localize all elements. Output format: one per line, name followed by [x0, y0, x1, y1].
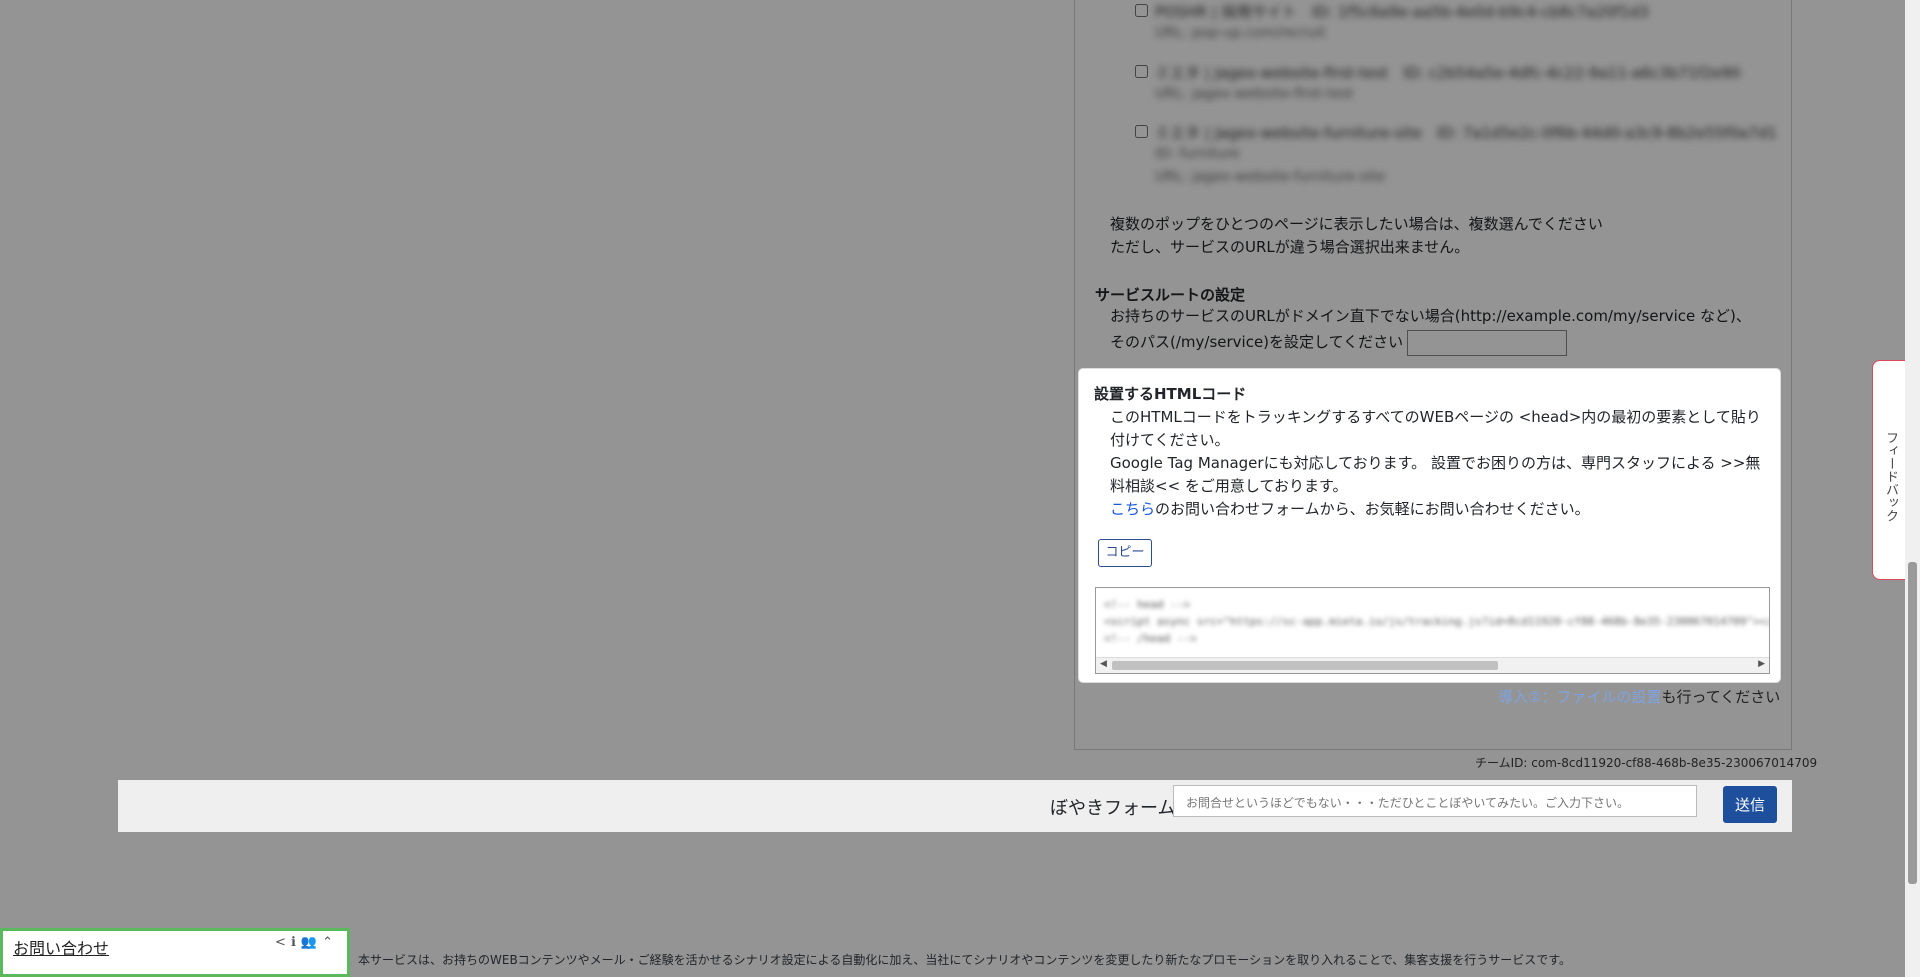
- grumble-form-label: ぼやきフォーム: [1050, 798, 1176, 819]
- code-line-2: <script async src="https://sc-app.mieta.…: [1104, 615, 1770, 628]
- contact-widget[interactable]: お問い合わせ < ℹ 👥 ⌃: [0, 928, 350, 977]
- team-id: チームID: com-8cd11920-cf88-468b-8e35-23006…: [1475, 756, 1818, 770]
- page-scrollbar-thumb[interactable]: [1908, 562, 1917, 884]
- install-file-link[interactable]: 導入②：ファイルの設置: [1498, 688, 1661, 706]
- contact-form-link[interactable]: こちら: [1110, 500, 1155, 518]
- contact-form-text: こちらのお問い合わせフォームから、お気軽にお問い合わせください。: [1110, 500, 1590, 518]
- code-line-1: <!-- head -->: [1104, 598, 1191, 611]
- install-step-2: 導入②：ファイルの設置も行ってください: [1498, 688, 1781, 706]
- page-vertical-scrollbar[interactable]: [1905, 0, 1920, 977]
- code-line-3: <!-- /head -->: [1104, 632, 1197, 645]
- scroll-left-icon[interactable]: ◀: [1100, 659, 1107, 669]
- grumble-input[interactable]: [1173, 785, 1697, 817]
- gtm-support-text: Google Tag Managerにも対応しております。 設置でお困りの方は、…: [1110, 454, 1761, 495]
- share-icon[interactable]: <: [275, 935, 286, 950]
- html-code-title: 設置するHTMLコード: [1094, 385, 1247, 403]
- html-code-box[interactable]: <!-- head --> <script async src="https:/…: [1095, 587, 1770, 674]
- scroll-right-icon[interactable]: ▶: [1758, 659, 1765, 669]
- copy-button[interactable]: コピー: [1098, 539, 1152, 567]
- feedback-tab[interactable]: フィードバック: [1872, 360, 1908, 580]
- html-code-section: 設置するHTMLコード このHTMLコードをトラッキングするすべてのWEBページ…: [1079, 369, 1780, 682]
- scrollbar-thumb[interactable]: [1112, 661, 1498, 670]
- footer-description: 。本サービスは、お持ちのWEBコンテンツやメール・ご経験を活かせるシナリオ設定に…: [346, 953, 1572, 967]
- html-code-instruction: このHTMLコードをトラッキングするすべてのWEBページの <head>内の最初…: [1110, 408, 1761, 449]
- code-horizontal-scrollbar[interactable]: ◀ ▶: [1096, 657, 1769, 673]
- grumble-form-bar: ぼやきフォーム 送信: [118, 780, 1792, 832]
- feedback-tab-label: フィードバック: [1883, 431, 1898, 522]
- contact-widget-label[interactable]: お問い合わせ: [13, 935, 109, 959]
- chevron-up-icon[interactable]: ⌃: [322, 935, 333, 950]
- info-icon[interactable]: ℹ: [291, 935, 296, 950]
- send-button[interactable]: 送信: [1723, 786, 1777, 823]
- contact-widget-icons: < ℹ 👥 ⌃: [270, 935, 333, 950]
- users-icon[interactable]: 👥: [301, 935, 317, 950]
